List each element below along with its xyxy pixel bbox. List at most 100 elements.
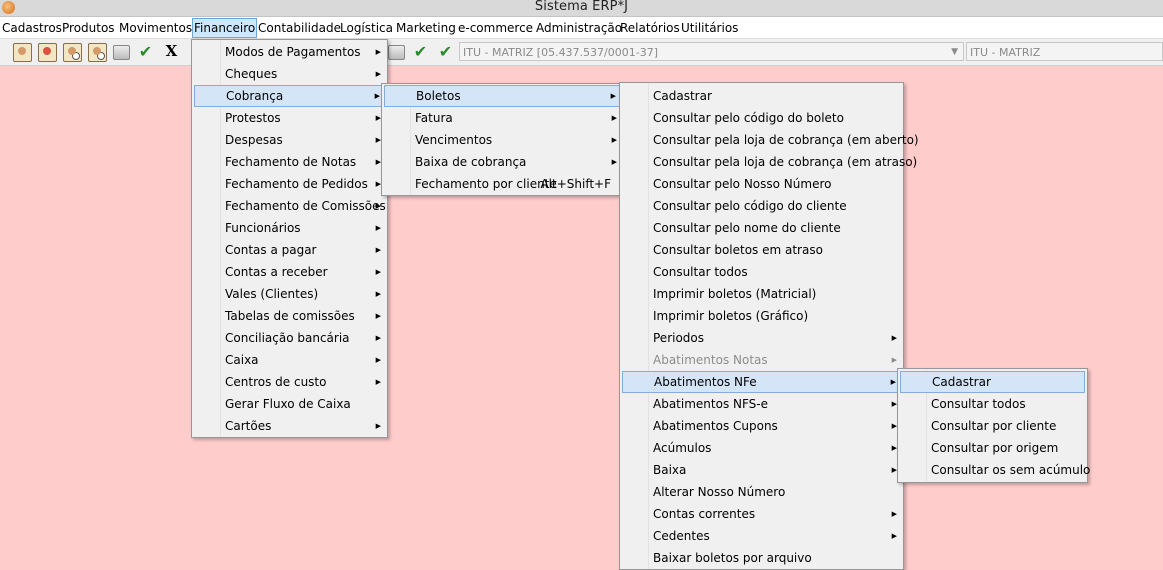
menu-item-modos-pagamentos[interactable]: Modos de Pagamentos ▶ — [194, 41, 385, 63]
menu-movimentos[interactable]: Movimentos — [119, 20, 192, 36]
menu-item-caixa[interactable]: Caixa ▶ — [194, 349, 385, 371]
menu-item-consultar-nome-cliente[interactable]: Consultar pelo nome do cliente — [622, 217, 901, 239]
submenu-arrow-icon: ▶ — [375, 334, 381, 342]
menu-contabilidade[interactable]: Contabilidade — [258, 20, 341, 36]
submenu-arrow-icon: ▶ — [611, 136, 617, 144]
submenu-arrow-icon: ▶ — [611, 114, 617, 122]
submenu-arrow-icon: ▶ — [891, 532, 897, 540]
menu-item-boleto-cadastrar[interactable]: Cadastrar — [622, 85, 901, 107]
menu-item-acumulos[interactable]: Acúmulos ▶ — [622, 437, 901, 459]
menu-item-gerar-fluxo-caixa[interactable]: Gerar Fluxo de Caixa — [194, 393, 385, 415]
menu-item-contas-receber[interactable]: Contas a receber ▶ — [194, 261, 385, 283]
menu-item-fechamento-pedidos[interactable]: Fechamento de Pedidos ▶ — [194, 173, 385, 195]
menu-item-contas-pagar[interactable]: Contas a pagar ▶ — [194, 239, 385, 261]
menu-logistica[interactable]: Logística — [340, 20, 393, 36]
window-title: Sistema ERP*J — [534, 0, 629, 14]
person-red-icon[interactable] — [38, 43, 57, 62]
boletos-submenu: Cadastrar Consultar pelo código do bolet… — [619, 82, 919, 570]
chevron-down-icon: ▼ — [951, 47, 958, 57]
menu-utilitarios[interactable]: Utilitários — [681, 20, 738, 36]
person-search-icon[interactable] — [63, 43, 82, 62]
menu-item-contas-correntes[interactable]: Contas correntes ▶ — [622, 503, 901, 525]
menu-item-fechamento-notas[interactable]: Fechamento de Notas ▶ — [194, 151, 385, 173]
menu-item-consultar-todos[interactable]: Consultar todos — [622, 261, 901, 283]
menu-item-nfe-consultar-cliente[interactable]: Consultar por cliente — [900, 415, 1085, 437]
submenu-arrow-icon: ▶ — [375, 202, 381, 210]
menu-item-cedentes[interactable]: Cedentes ▶ — [622, 525, 901, 547]
menu-item-alterar-nosso-numero[interactable]: Alterar Nosso Número — [622, 481, 901, 503]
company-select[interactable]: ITU - MATRIZ [05.437.537/0001-37] ▼ — [459, 42, 964, 61]
menu-item-tabelas-comissoes[interactable]: Tabelas de comissões ▶ — [194, 305, 385, 327]
menu-item-imprimir-grafico[interactable]: Imprimir boletos (Gráfico) — [622, 305, 901, 327]
abatimentos-nfe-submenu: Cadastrar Consultar todos Consultar por … — [897, 368, 1090, 483]
menu-item-consultar-codigo-cliente[interactable]: Consultar pelo código do cliente — [622, 195, 901, 217]
menu-item-abatimentos-nfe[interactable]: Abatimentos NFe ▶ — [622, 371, 901, 393]
branch-select[interactable]: ITU - MATRIZ — [966, 42, 1163, 61]
menu-item-baixa-cobranca[interactable]: Baixa de cobrança ▶ — [384, 151, 621, 173]
menu-item-protestos[interactable]: Protestos ▶ — [194, 107, 385, 129]
shortcut-label: Alt+Shift+F — [540, 177, 611, 191]
menu-item-consultar-loja-atraso[interactable]: Consultar pela loja de cobrança (em atra… — [622, 151, 917, 173]
menu-relatorios[interactable]: Relatórios — [620, 20, 680, 36]
menu-item-baixar-boletos-arquivo[interactable]: Baixar boletos por arquivo — [622, 547, 901, 569]
menu-item-imprimir-matricial[interactable]: Imprimir boletos (Matricial) — [622, 283, 901, 305]
menu-item-vales-clientes[interactable]: Vales (Clientes) ▶ — [194, 283, 385, 305]
submenu-arrow-icon: ▶ — [611, 158, 617, 166]
submenu-arrow-icon: ▶ — [375, 246, 381, 254]
menu-item-boletos[interactable]: Boletos ▶ — [384, 85, 621, 107]
submenu-arrow-icon: ▶ — [375, 378, 381, 386]
submenu-arrow-icon: ▶ — [891, 510, 897, 518]
menu-item-cheques[interactable]: Cheques ▶ — [194, 63, 385, 85]
menu-item-abatimentos-notas: Abatimentos Notas ▶ — [622, 349, 901, 371]
menu-item-centros-custo[interactable]: Centros de custo ▶ — [194, 371, 385, 393]
menu-item-cartoes[interactable]: Cartões ▶ — [194, 415, 385, 437]
menu-bar: Cadastros Produtos Movimentos Financeiro… — [0, 17, 1163, 39]
submenu-arrow-icon: ▶ — [610, 92, 616, 100]
menu-item-nfe-consultar-origem[interactable]: Consultar por origem — [900, 437, 1085, 459]
submenu-arrow-icon: ▶ — [375, 312, 381, 320]
check-icon[interactable]: ✔ — [137, 43, 154, 60]
menu-item-consultar-nosso-numero[interactable]: Consultar pelo Nosso Número — [622, 173, 901, 195]
menu-item-periodos[interactable]: Periodos ▶ — [622, 327, 901, 349]
check-icon[interactable]: ✔ — [437, 43, 454, 60]
menu-cadastros[interactable]: Cadastros — [2, 20, 62, 36]
submenu-arrow-icon: ▶ — [375, 356, 381, 364]
financeiro-menu: Modos de Pagamentos ▶ Cheques ▶ Cobrança ▶ … — [191, 39, 388, 438]
close-x-icon[interactable]: X — [163, 43, 180, 60]
menu-item-consultar-boletos-atraso[interactable]: Consultar boletos em atraso — [622, 239, 901, 261]
menu-item-fatura[interactable]: Fatura ▶ — [384, 107, 621, 129]
menu-item-nfe-consultar-sem-acumulo[interactable]: Consultar os sem acúmulo — [900, 459, 1090, 481]
menu-item-fechamento-comissoes[interactable]: Fechamento de Comissões ▶ — [194, 195, 386, 217]
person-icon[interactable] — [13, 43, 32, 62]
menu-item-despesas[interactable]: Despesas ▶ — [194, 129, 385, 151]
menu-ecommerce[interactable]: e-commerce — [458, 20, 533, 36]
submenu-arrow-icon: ▶ — [374, 92, 380, 100]
check-icon[interactable]: ✔ — [412, 43, 429, 60]
menu-item-fechamento-por-cliente[interactable]: Fechamento por cliente Alt+Shift+F — [384, 173, 621, 195]
submenu-arrow-icon: ▶ — [890, 378, 896, 386]
printer-icon[interactable] — [388, 45, 405, 60]
menu-item-vencimentos[interactable]: Vencimentos ▶ — [384, 129, 621, 151]
submenu-arrow-icon: ▶ — [375, 224, 381, 232]
menu-item-nfe-cadastrar[interactable]: Cadastrar — [900, 371, 1085, 393]
menu-item-abatimentos-cupons[interactable]: Abatimentos Cupons ▶ — [622, 415, 901, 437]
submenu-arrow-icon: ▶ — [375, 422, 381, 430]
menu-produtos[interactable]: Produtos — [62, 20, 115, 36]
menu-item-conciliacao-bancaria[interactable]: Conciliação bancária ▶ — [194, 327, 385, 349]
title-bar: Sistema ERP*J — [0, 0, 1163, 17]
menu-item-cobranca[interactable]: Cobrança ▶ — [194, 85, 385, 107]
printer-icon[interactable] — [113, 45, 130, 60]
submenu-arrow-icon: ▶ — [375, 70, 381, 78]
menu-item-funcionarios[interactable]: Funcionários ▶ — [194, 217, 385, 239]
menu-financeiro[interactable]: Financeiro — [192, 18, 258, 38]
submenu-arrow-icon: ▶ — [375, 48, 381, 56]
menu-item-consultar-codigo-boleto[interactable]: Consultar pelo código do boleto — [622, 107, 901, 129]
menu-item-baixa[interactable]: Baixa ▶ — [622, 459, 901, 481]
menu-item-abatimentos-nfse[interactable]: Abatimentos NFS-e ▶ — [622, 393, 901, 415]
menu-marketing[interactable]: Marketing — [396, 20, 456, 36]
menu-item-consultar-loja-aberto[interactable]: Consultar pela loja de cobrança (em aber… — [622, 129, 919, 151]
cobranca-submenu: Boletos ▶ Fatura ▶ Vencimentos ▶ Baixa de c… — [381, 83, 624, 196]
menu-administracao[interactable]: Administração — [536, 20, 622, 36]
menu-item-nfe-consultar-todos[interactable]: Consultar todos — [900, 393, 1085, 415]
person-search-icon[interactable] — [88, 43, 107, 62]
